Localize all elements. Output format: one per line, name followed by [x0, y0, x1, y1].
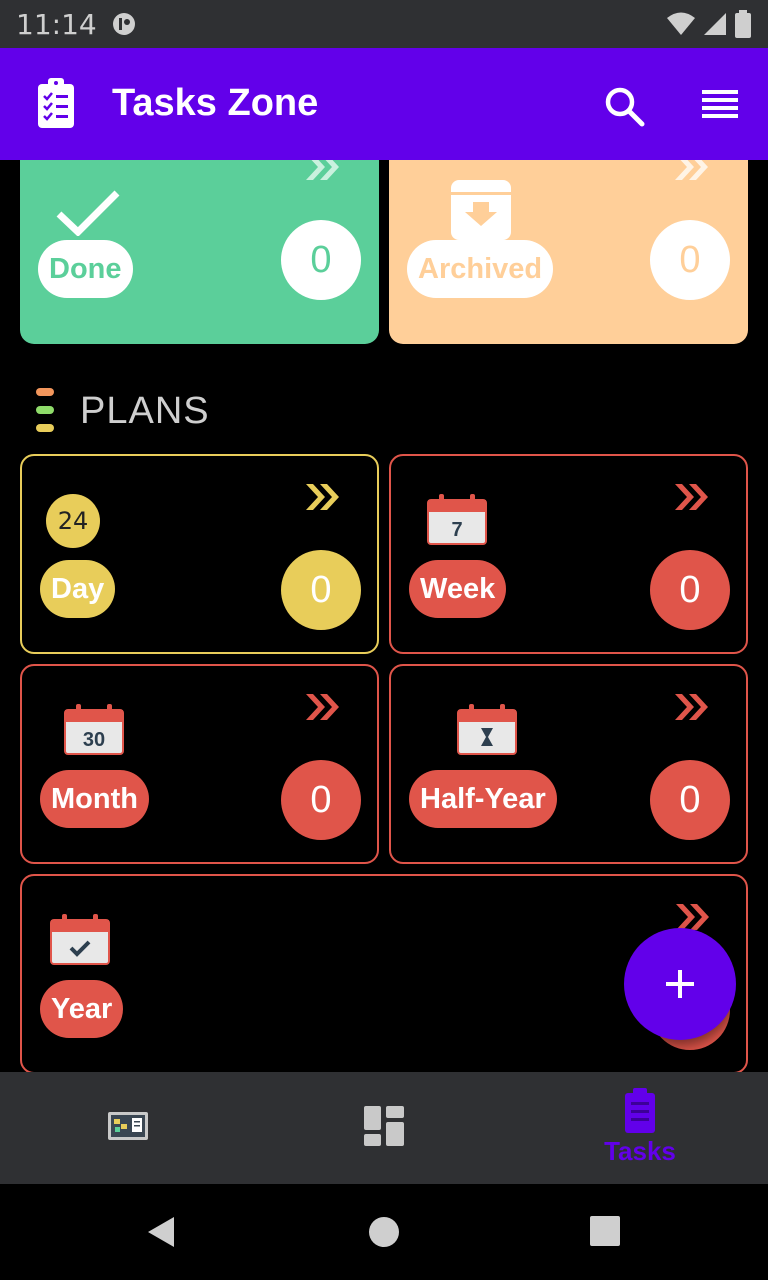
- app-bar: Tasks Zone: [0, 48, 768, 160]
- month-icon-number: 30: [83, 729, 105, 751]
- chevron-right-icon: [675, 160, 708, 180]
- chevron-right-icon: [306, 160, 339, 180]
- day-calendar-icon: 24: [46, 494, 100, 548]
- half-year-label: Half-Year: [409, 770, 557, 828]
- done-count: 0: [281, 220, 361, 300]
- clipboard-logo-icon: [38, 78, 74, 128]
- nav-dashboard[interactable]: [256, 1072, 512, 1184]
- plans-header: PLANS: [34, 384, 334, 436]
- chevron-right-icon: [675, 484, 708, 510]
- week-label: Week: [409, 560, 507, 618]
- bottom-navigation: Tasks: [0, 1072, 768, 1184]
- month-calendar-icon: 30: [64, 704, 124, 755]
- day-icon-number: 24: [57, 507, 89, 535]
- plans-title: PLANS: [80, 390, 210, 432]
- home-icon[interactable]: [368, 1216, 400, 1248]
- check-icon: [56, 190, 120, 236]
- day-plan-card[interactable]: 24 Day 0: [20, 454, 379, 654]
- status-time: 11:14: [16, 8, 97, 41]
- archived-card[interactable]: Archived 0: [389, 160, 748, 344]
- month-label: Month: [40, 770, 149, 828]
- week-icon-number: 7: [451, 519, 462, 541]
- archived-label: Archived: [407, 240, 554, 298]
- board-icon: [108, 1112, 148, 1140]
- month-plan-card[interactable]: 30 Month 0: [20, 664, 379, 864]
- archive-box-icon: [451, 180, 511, 240]
- day-label: Day: [40, 560, 116, 618]
- half-year-plan-card[interactable]: Half-Year 0: [389, 664, 748, 864]
- notification-app-icon: [113, 13, 135, 35]
- done-label: Done: [38, 240, 133, 298]
- battery-icon: [735, 10, 751, 38]
- plans-bars-icon: [36, 388, 54, 432]
- week-plan-card[interactable]: 7 Week 0: [389, 454, 748, 654]
- system-navigation-bar: [0, 1184, 768, 1280]
- archived-count: 0: [650, 220, 730, 300]
- year-label: Year: [40, 980, 124, 1038]
- nav-board[interactable]: [0, 1072, 256, 1184]
- month-count: 0: [281, 760, 361, 840]
- wifi-icon: [667, 12, 695, 35]
- back-icon[interactable]: [146, 1216, 176, 1248]
- status-indicators: [666, 10, 752, 38]
- chevron-right-icon: [306, 694, 339, 720]
- nav-tasks-label: Tasks: [604, 1136, 676, 1166]
- plus-icon: [666, 970, 694, 998]
- signal-icon: [704, 13, 726, 35]
- status-bar: 11:14: [0, 0, 768, 48]
- week-calendar-icon: 7: [427, 494, 487, 545]
- half-year-count: 0: [650, 760, 730, 840]
- recents-icon[interactable]: [590, 1216, 620, 1246]
- chevron-right-icon: [675, 694, 708, 720]
- day-count: 0: [281, 550, 361, 630]
- week-count: 0: [650, 550, 730, 630]
- hourglass-calendar-icon: [457, 704, 517, 755]
- dashboard-icon: [364, 1106, 404, 1146]
- tasks-icon: [625, 1088, 655, 1133]
- search-button[interactable]: [600, 82, 648, 130]
- chevron-right-icon: [306, 484, 339, 510]
- year-calendar-icon: [50, 914, 110, 965]
- app-title: Tasks Zone: [112, 82, 319, 124]
- done-card[interactable]: Done 0: [20, 160, 379, 344]
- add-task-button[interactable]: [624, 928, 736, 1040]
- nav-tasks[interactable]: Tasks: [512, 1072, 768, 1184]
- menu-button[interactable]: [698, 84, 742, 128]
